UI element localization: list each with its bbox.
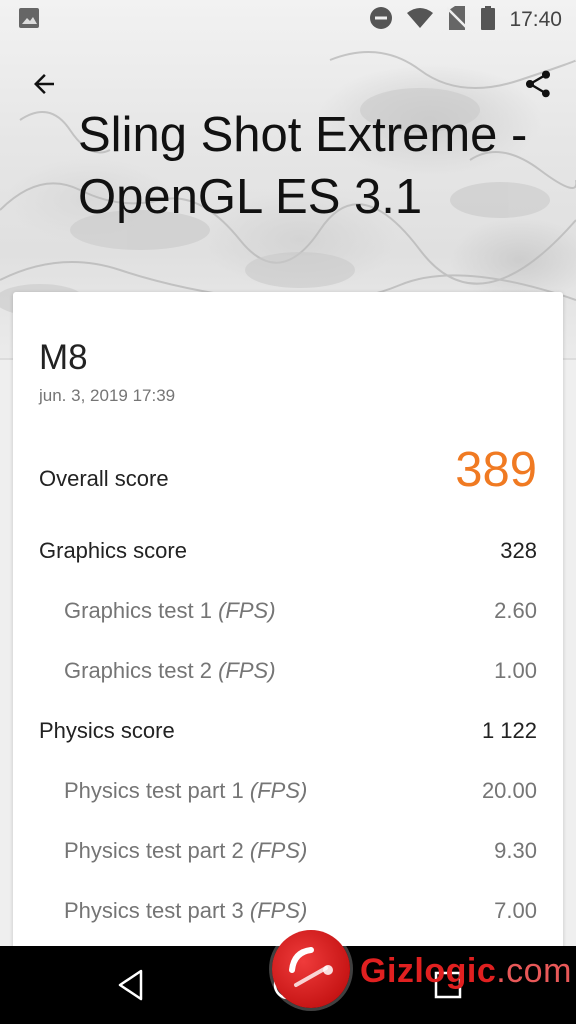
page-title: Sling Shot Extreme - OpenGL ES 3.1 xyxy=(78,108,528,224)
graphics-test-1-row: Graphics test 1 (FPS) 2.60 xyxy=(39,598,537,624)
physics-test-1-label: Physics test part 1 (FPS) xyxy=(64,778,308,803)
do-not-disturb-icon xyxy=(369,6,393,35)
status-time: 17:40 xyxy=(509,8,562,31)
physics-score-label: Physics score xyxy=(39,718,175,743)
physics-test-3-label: Physics test part 3 (FPS) xyxy=(64,898,308,923)
physics-test-1-row: Physics test part 1 (FPS) 20.00 xyxy=(39,778,537,804)
physics-test-3-row: Physics test part 3 (FPS) 7.00 xyxy=(39,898,537,924)
wifi-icon xyxy=(407,7,434,34)
overall-score-value: 389 xyxy=(455,443,537,497)
device-name: M8 xyxy=(39,338,88,377)
gizlogic-wordmark: Gizlogic.com xyxy=(360,952,572,990)
physics-test-1-value: 20.00 xyxy=(481,778,537,803)
graphics-test-2-row: Graphics test 2 (FPS) 1.00 xyxy=(39,658,537,684)
share-icon xyxy=(526,70,550,98)
graphics-test-1-value: 2.60 xyxy=(494,598,537,623)
physics-score-row: Physics score 1 122 xyxy=(39,718,537,744)
share-button[interactable] xyxy=(514,60,562,108)
graphics-test-2-value: 1.00 xyxy=(494,658,537,683)
physics-test-3-value: 7.00 xyxy=(494,898,537,923)
graphics-score-row: Graphics score 328 xyxy=(39,538,537,564)
status-bar: 17:40 xyxy=(0,0,576,40)
result-card: M8 jun. 3, 2019 17:39 Overall score 389 … xyxy=(13,292,563,952)
no-sim-icon xyxy=(446,5,469,35)
graphics-score-label: Graphics score xyxy=(39,538,187,563)
result-date: jun. 3, 2019 17:39 xyxy=(39,386,176,405)
physics-test-2-value: 9.30 xyxy=(494,838,537,863)
arrow-back-icon xyxy=(34,74,54,94)
graphics-score-value: 328 xyxy=(500,538,537,563)
graphics-test-1-label: Graphics test 1 (FPS) xyxy=(64,598,276,623)
nav-back-button[interactable] xyxy=(101,955,161,1015)
graphics-test-2-label: Graphics test 2 (FPS) xyxy=(64,658,276,683)
gizlogic-watermark: Gizlogic.com xyxy=(272,930,572,1020)
overall-score-row: Overall score 389 xyxy=(39,442,537,498)
battery-icon xyxy=(481,5,496,35)
overall-score-label: Overall score xyxy=(39,466,169,491)
back-button[interactable] xyxy=(20,60,68,108)
physics-test-2-row: Physics test part 2 (FPS) 9.30 xyxy=(39,838,537,864)
physics-score-value: 1 122 xyxy=(481,718,537,743)
gizlogic-logo-icon xyxy=(272,930,350,1008)
nav-back-icon xyxy=(118,969,143,1001)
physics-test-2-label: Physics test part 2 (FPS) xyxy=(64,838,308,863)
image-icon xyxy=(18,7,40,34)
